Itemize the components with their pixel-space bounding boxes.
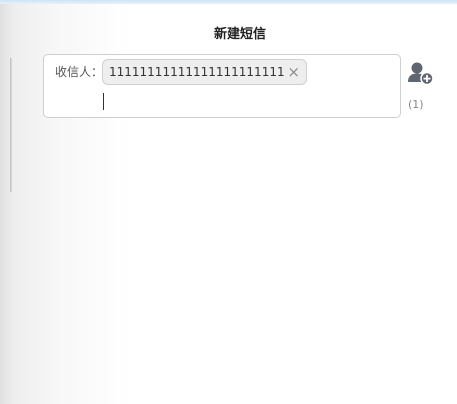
- close-icon[interactable]: ×: [287, 64, 300, 80]
- recipient-label: 收信人：: [55, 65, 104, 79]
- add-contact-icon: [408, 62, 434, 86]
- dialog-title: 新建短信: [213, 27, 266, 42]
- recipient-input[interactable]: [102, 91, 392, 111]
- text-caret: [103, 93, 104, 110]
- pane-splitter[interactable]: [10, 58, 13, 192]
- recipient-chip[interactable]: 11111111111111111111111111... ×: [102, 59, 307, 85]
- add-contact-button[interactable]: [406, 60, 434, 86]
- recipient-chip-text: 11111111111111111111111111...: [109, 65, 285, 79]
- recipient-field[interactable]: 收信人： 11111111111111111111111111... ×: [43, 54, 401, 118]
- recipient-count: (1): [408, 98, 424, 111]
